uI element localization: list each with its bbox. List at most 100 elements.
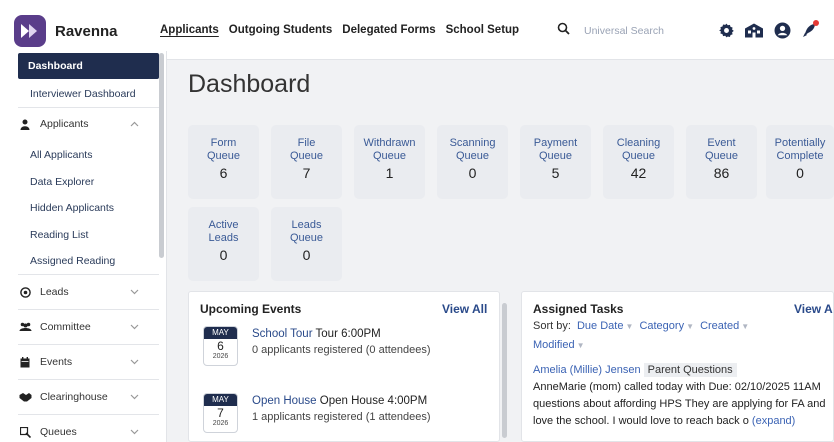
event-detail: Tour 6:00PM: [315, 328, 381, 340]
tile-value: 86: [713, 165, 730, 181]
sort-due-date[interactable]: Due Date: [577, 320, 623, 332]
tile-event-queue[interactable]: Event Queue 86: [686, 125, 757, 199]
queue-search-icon: [18, 426, 32, 438]
event-name-link[interactable]: Open House: [252, 395, 317, 407]
tile-cleaning-queue[interactable]: Cleaning Queue 42: [603, 125, 674, 199]
event-date-badge: MAY 6 2026: [203, 326, 238, 366]
chevron-down-icon[interactable]: [130, 356, 139, 368]
task-expand-link[interactable]: (expand): [752, 415, 795, 427]
chevron-down-icon[interactable]: [130, 321, 139, 333]
tile-potentially-complete[interactable]: Potentially Complete 0: [766, 125, 834, 199]
nav-delegated-forms[interactable]: Delegated Forms: [342, 24, 435, 36]
tile-label: Queue: [289, 232, 324, 244]
sidebar-section-queues[interactable]: Queues: [18, 424, 159, 440]
tile-leads-queue[interactable]: Leads Queue 0: [271, 207, 342, 281]
caret-down-icon: ▼: [625, 322, 634, 331]
sidebar-section-leads[interactable]: Leads: [18, 284, 159, 300]
calendar-icon: [18, 356, 32, 368]
view-all-tasks-link[interactable]: View A: [794, 302, 833, 316]
ravenna-logo-icon: [14, 15, 46, 47]
task-applicant-link[interactable]: Amelia (Millie) Jensen: [533, 364, 641, 376]
tile-label: Queue: [704, 150, 739, 162]
assigned-tasks-panel: Assigned Tasks View A Sort by: Due Date ▼…: [521, 291, 834, 442]
event-year: 2026: [212, 420, 229, 427]
event-registration: 0 applicants registered (0 attendees): [252, 344, 431, 356]
tile-value: 1: [385, 165, 394, 181]
search-box: [557, 18, 697, 44]
event-name-link[interactable]: School Tour: [252, 328, 313, 340]
tile-label: Queue: [621, 150, 656, 162]
task-item: Amelia (Millie) Jensen Parent Questions …: [533, 362, 834, 430]
events-panel-scrollbar[interactable]: [502, 303, 507, 438]
sidebar-section-events[interactable]: Events: [18, 354, 159, 370]
sidebar-item-hidden-applicants[interactable]: Hidden Applicants: [18, 200, 159, 216]
tile-label: Scanning: [449, 137, 496, 149]
sidebar-divider: [18, 344, 159, 345]
chevron-down-icon[interactable]: [130, 391, 139, 403]
event-month: MAY: [204, 327, 237, 339]
tile-label: Leads: [291, 219, 322, 231]
tile-label: Event: [707, 137, 736, 149]
sidebar-section-label: Applicants: [40, 118, 89, 130]
sidebar-section-applicants[interactable]: Applicants: [18, 116, 159, 132]
chevron-down-icon[interactable]: [130, 286, 139, 298]
caret-down-icon: ▼: [576, 341, 585, 350]
school-building-icon[interactable]: [744, 20, 764, 40]
sort-created[interactable]: Created: [700, 320, 739, 332]
person-icon: [18, 119, 32, 130]
sidebar-item-reading-list[interactable]: Reading List: [18, 227, 159, 243]
tile-withdrawn-queue[interactable]: Withdrawn Queue 1: [354, 125, 425, 199]
universal-search-input[interactable]: [584, 25, 684, 37]
sidebar-item-assigned-reading[interactable]: Assigned Reading: [18, 253, 159, 269]
sort-controls: Sort by: Due Date ▼ Category ▼ Created ▼ Mo…: [533, 317, 833, 355]
task-text: love the school. I would love to reach b…: [533, 415, 749, 427]
tile-value: 0: [796, 165, 804, 181]
sidebar-section-label: Committee: [40, 321, 91, 333]
handshake-icon: [18, 392, 32, 402]
tile-label: Form: [210, 137, 237, 149]
tile-value: 0: [302, 247, 311, 263]
tile-label: File: [297, 137, 316, 149]
sidebar-section-label: Events: [40, 356, 73, 368]
tile-label: Queue: [289, 150, 324, 162]
sidebar-scrollbar[interactable]: [159, 53, 164, 258]
tile-payment-queue[interactable]: Payment Queue 5: [520, 125, 591, 199]
event-year: 2026: [212, 353, 229, 360]
sidebar-divider: [18, 309, 159, 310]
tile-label: Queue: [372, 150, 407, 162]
search-icon[interactable]: [557, 22, 570, 40]
user-account-icon[interactable]: [772, 20, 792, 40]
gear-icon[interactable]: [716, 20, 736, 40]
sort-category[interactable]: Category: [639, 320, 684, 332]
chevron-up-icon[interactable]: [130, 118, 139, 130]
app-logo[interactable]: Ravenna: [14, 15, 118, 47]
tile-file-queue[interactable]: File Queue 7: [271, 125, 342, 199]
sidebar-item-interviewer-dashboard[interactable]: Interviewer Dashboard: [18, 86, 159, 102]
tile-form-queue[interactable]: Form Queue 6: [188, 125, 259, 199]
chevron-down-icon[interactable]: [130, 426, 139, 438]
sidebar-item-data-explorer[interactable]: Data Explorer: [18, 174, 159, 190]
tile-scanning-queue[interactable]: Scanning Queue 0: [437, 125, 508, 199]
sidebar-section-clearinghouse[interactable]: Clearinghouse: [18, 389, 159, 405]
tile-active-leads[interactable]: Active Leads 0: [188, 207, 259, 281]
nav-outgoing-students[interactable]: Outgoing Students: [229, 24, 332, 36]
view-all-events-link[interactable]: View All: [442, 302, 487, 316]
tile-value: 5: [551, 165, 560, 181]
event-day: 7: [217, 406, 224, 420]
sidebar-item-dashboard[interactable]: Dashboard: [18, 53, 159, 79]
rocket-icon[interactable]: [800, 20, 820, 40]
tile-label: Queue: [206, 150, 241, 162]
sidebar-divider: [18, 107, 159, 108]
nav-applicants[interactable]: Applicants: [160, 24, 219, 36]
tile-label: Potentially: [774, 137, 826, 149]
sidebar-section-committee[interactable]: Committee: [18, 319, 159, 335]
sidebar-section-label: Clearinghouse: [40, 391, 108, 403]
sidebar-item-all-applicants[interactable]: All Applicants: [18, 147, 159, 163]
sort-modified[interactable]: Modified: [533, 339, 575, 351]
sidebar-divider: [18, 379, 159, 380]
tile-label: Cleaning: [616, 137, 661, 149]
panel-title: Upcoming Events: [200, 302, 302, 316]
nav-school-setup[interactable]: School Setup: [446, 24, 519, 36]
event-day: 6: [217, 339, 224, 353]
task-text: AnneMarie (mom) called today with: [533, 381, 706, 393]
